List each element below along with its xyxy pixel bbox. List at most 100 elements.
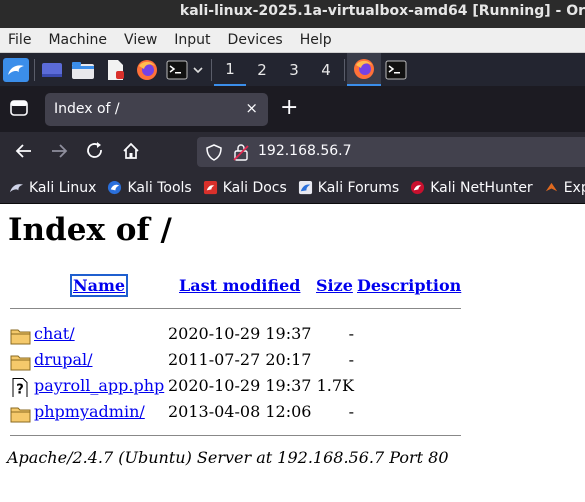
- kali-docs-icon: [203, 180, 217, 195]
- url-bar[interactable]: 192.168.56.7: [197, 137, 585, 167]
- kali-forums-icon: [298, 180, 312, 195]
- unknown-file-icon: ?: [12, 378, 28, 398]
- folder-icon: [10, 407, 31, 423]
- bookmarks-toolbar: Kali Linux Kali Tools Kali Docs Kali For…: [0, 172, 585, 204]
- panel-separator: [344, 58, 345, 81]
- kali-nethunter-icon: [411, 180, 425, 195]
- bookmark-label: Kali Docs: [222, 179, 287, 196]
- bookmark-kali-docs[interactable]: Kali Docs: [203, 180, 287, 196]
- bookmark-label: Exploi: [563, 179, 585, 196]
- bookmark-kali-forums[interactable]: Kali Forums: [298, 180, 399, 196]
- column-header-name[interactable]: Name: [69, 274, 129, 297]
- panel-separator: [211, 58, 212, 81]
- forward-icon[interactable]: [49, 141, 69, 161]
- vm-window-title: kali-linux-2025.1a-virtualbox-amd64 [Run…: [179, 3, 585, 19]
- new-tab-button[interactable]: +: [280, 94, 298, 122]
- exploit-db-icon: [545, 182, 557, 192]
- panel-separator: [34, 58, 35, 81]
- terminal-launcher[interactable]: [163, 53, 191, 86]
- column-header-last-modified[interactable]: Last modified: [179, 276, 300, 295]
- menu-devices[interactable]: Devices: [224, 32, 283, 48]
- workspace-4[interactable]: 4: [310, 53, 342, 86]
- bookmark-label: Kali Linux: [29, 179, 97, 196]
- browser-tab-strip: Index of / × +: [0, 86, 585, 132]
- kali-dragon-icon: [9, 184, 24, 193]
- taskbar-terminal[interactable]: [381, 53, 411, 86]
- file-link[interactable]: payroll_app.php: [34, 376, 164, 395]
- bookmark-label: Kali Forums: [317, 179, 400, 196]
- shield-icon[interactable]: [206, 144, 222, 161]
- file-link[interactable]: drupal/: [34, 350, 92, 369]
- horizontal-rule: [10, 308, 461, 309]
- folder-icon: [72, 61, 94, 79]
- home-icon[interactable]: [121, 141, 141, 161]
- terminal-icon: [166, 60, 188, 79]
- text-editor-launcher[interactable]: [99, 53, 131, 86]
- show-desktop-button[interactable]: [37, 53, 67, 86]
- reload-icon[interactable]: [85, 141, 105, 161]
- kali-tools-icon: [108, 180, 122, 195]
- firefox-icon: [354, 58, 374, 79]
- page-heading: Index of /: [8, 212, 172, 248]
- table-row: phpmyadmin/ 2013-04-08 12:06 -: [0, 402, 585, 424]
- folder-icon: [10, 329, 31, 345]
- bookmark-label: Kali Tools: [127, 179, 192, 196]
- firefox-launcher[interactable]: [131, 53, 163, 86]
- firefox-icon: [137, 59, 157, 80]
- file-manager-launcher[interactable]: [67, 53, 99, 86]
- table-row: ? payroll_app.php 2020-10-29 19:37 1.7K: [0, 376, 585, 398]
- kali-menu-button[interactable]: [0, 53, 32, 86]
- file-modified: 2020-10-29 19:37: [168, 324, 312, 343]
- bookmark-kali-nethunter[interactable]: Kali NetHunter: [410, 179, 533, 196]
- text-editor-icon: [108, 59, 124, 80]
- menu-input[interactable]: Input: [170, 32, 210, 48]
- vm-menu-bar: File Machine View Input Devices Help: [0, 28, 585, 53]
- desktop-icon: [42, 62, 62, 77]
- bookmark-kali-tools[interactable]: Kali Tools: [107, 179, 192, 196]
- kali-dragon-icon: [3, 57, 29, 82]
- vm-window-title-bar: kali-linux-2025.1a-virtualbox-amd64 [Run…: [0, 0, 585, 28]
- menu-help[interactable]: Help: [296, 32, 332, 48]
- insecure-lock-icon[interactable]: [233, 144, 249, 161]
- bookmark-kali-linux[interactable]: Kali Linux: [9, 180, 96, 196]
- tab-close-button[interactable]: ×: [245, 99, 258, 117]
- workspace-1[interactable]: 1: [214, 53, 246, 86]
- tab-title: Index of /: [54, 101, 120, 117]
- firefox-view-button[interactable]: [10, 100, 28, 120]
- horizontal-rule: [10, 435, 461, 436]
- navigation-toolbar: 192.168.56.7: [0, 132, 585, 172]
- kali-panel: 1 2 3 4: [0, 53, 585, 86]
- column-header-description[interactable]: Description: [357, 276, 461, 295]
- file-link[interactable]: chat/: [34, 324, 75, 343]
- file-size: -: [348, 402, 354, 421]
- taskbar-firefox[interactable]: [347, 53, 381, 86]
- tab-index-of[interactable]: Index of / ×: [45, 93, 268, 126]
- file-modified: 2011-07-27 20:17: [168, 350, 312, 369]
- column-header-size[interactable]: Size: [316, 276, 353, 295]
- menu-machine[interactable]: Machine: [44, 32, 107, 48]
- table-row: chat/ 2020-10-29 19:37 -: [0, 324, 585, 346]
- table-row: drupal/ 2011-07-27 20:17 -: [0, 350, 585, 372]
- launcher-dropdown[interactable]: [191, 53, 205, 86]
- file-size: -: [348, 350, 354, 369]
- folder-icon: [10, 355, 31, 371]
- menu-view[interactable]: View: [120, 32, 157, 48]
- page-content: Index of / Name Last modified Size Descr…: [0, 204, 585, 502]
- terminal-icon: [385, 60, 407, 79]
- file-size: 1.7K: [316, 376, 354, 395]
- file-link[interactable]: phpmyadmin/: [34, 402, 145, 421]
- file-size: -: [348, 324, 354, 343]
- chevron-down-icon: [193, 66, 203, 73]
- file-modified: 2020-10-29 19:37: [168, 376, 312, 395]
- workspace-2[interactable]: 2: [246, 53, 278, 86]
- workspace-3[interactable]: 3: [278, 53, 310, 86]
- server-signature: Apache/2.4.7 (Ubuntu) Server at 192.168.…: [7, 448, 449, 467]
- back-icon[interactable]: [14, 141, 34, 161]
- svg-text:?: ?: [16, 383, 24, 398]
- bookmark-exploit-db[interactable]: Exploi: [544, 180, 585, 196]
- file-modified: 2013-04-08 12:06: [168, 402, 312, 421]
- url-text: 192.168.56.7: [258, 143, 352, 159]
- menu-file[interactable]: File: [4, 32, 31, 48]
- firefox-view-icon: [10, 100, 28, 116]
- bookmark-label: Kali NetHunter: [430, 179, 533, 196]
